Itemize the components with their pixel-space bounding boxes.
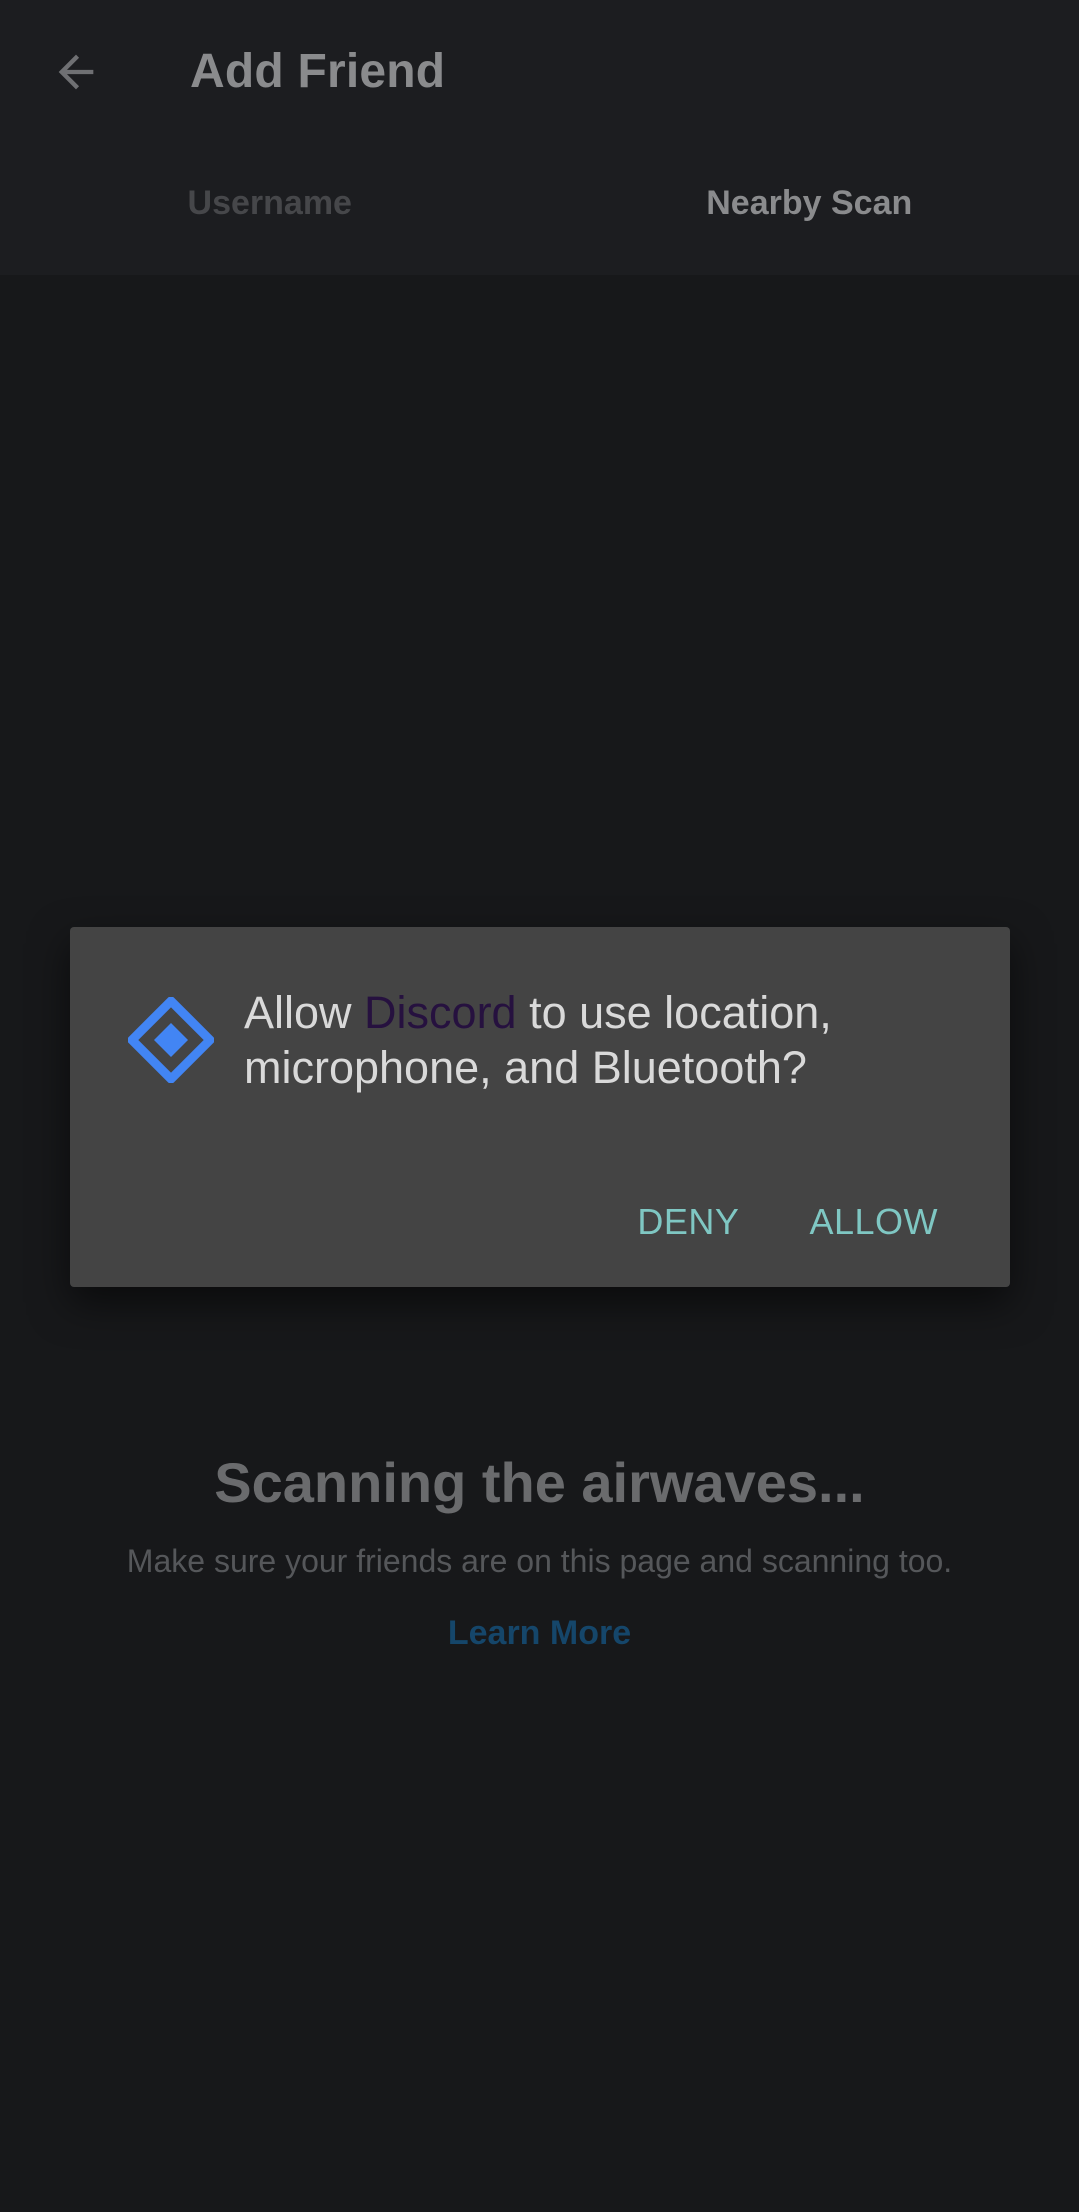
page-title: Add Friend bbox=[190, 45, 446, 98]
tab-username[interactable]: Username bbox=[0, 155, 540, 275]
deny-button[interactable]: DENY bbox=[637, 1201, 739, 1243]
scanning-title: Scanning the airwaves... bbox=[214, 1451, 865, 1514]
tab-nearby-scan[interactable]: Nearby Scan bbox=[540, 155, 1079, 275]
back-button[interactable] bbox=[40, 36, 112, 108]
permission-dialog: Allow Discord to use location, microphon… bbox=[70, 927, 1010, 1287]
message-prefix: Allow bbox=[244, 987, 365, 1038]
arrow-left-icon bbox=[58, 54, 94, 90]
allow-button[interactable]: ALLOW bbox=[809, 1201, 938, 1243]
learn-more-link[interactable]: Learn More bbox=[448, 1614, 631, 1653]
scanning-subtitle: Make sure your friends are on this page … bbox=[126, 1543, 953, 1579]
permission-message: Allow Discord to use location, microphon… bbox=[244, 985, 944, 1095]
add-friend-screen: Add Friend Username Nearby Scan Scanning… bbox=[0, 0, 1079, 2212]
tab-bar: Username Nearby Scan bbox=[0, 155, 1079, 275]
dialog-actions: DENY ALLOW bbox=[637, 1201, 938, 1243]
app-bar: Add Friend bbox=[0, 0, 1079, 155]
scanning-empty-state: Scanning the airwaves... Make sure your … bbox=[0, 1450, 1079, 1653]
permission-diamond-icon bbox=[128, 997, 214, 1083]
app-name: Discord bbox=[364, 987, 517, 1038]
